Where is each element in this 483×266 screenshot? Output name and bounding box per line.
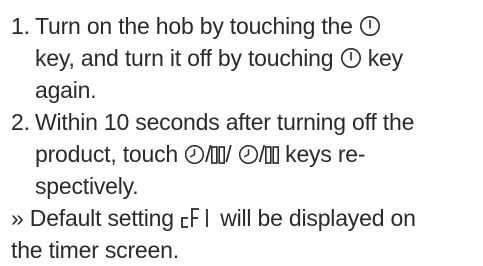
seven-segment-cfl-icon: [180, 207, 214, 229]
step-line: again.: [35, 74, 469, 106]
pause-key-icon: [264, 145, 279, 165]
step-text: key, and turn it off by touching: [35, 45, 340, 71]
note: » Default setting will be displayed on t…: [11, 202, 469, 266]
note-marker: »: [11, 205, 24, 231]
separator: /: [225, 141, 238, 167]
step-number: 1.: [11, 13, 30, 39]
step-text: keys re-: [278, 141, 366, 167]
pause-key-icon: [211, 145, 226, 165]
instructions-page: 1. Turn on the hob by touching the key, …: [0, 0, 483, 263]
step-text: Turn on the hob by touching the: [35, 13, 359, 39]
note-text: the timer screen.: [11, 237, 179, 263]
step-text: again.: [35, 77, 97, 103]
step-line: spectively.: [35, 170, 469, 202]
step-text: Within 10 seconds after turning off the: [35, 109, 415, 135]
note-text: Default setting: [23, 205, 181, 231]
step-line: key, and turn it off by touching key: [35, 42, 469, 74]
note-line: the timer screen.: [11, 234, 469, 266]
step-text: product, touch: [35, 141, 185, 167]
step-line: Turn on the hob by touching the: [35, 10, 469, 42]
step-line: Within 10 seconds after turning off the: [35, 106, 469, 138]
timer-clock-icon: [238, 144, 259, 165]
step-text: key: [361, 45, 403, 71]
power-key-icon: [340, 47, 362, 69]
timer-clock-icon: [184, 144, 205, 165]
power-key-icon: [359, 15, 381, 37]
step-text: spectively.: [35, 173, 139, 199]
step-line: product, touch / / / keys re-: [35, 138, 469, 170]
step-number: 2.: [11, 109, 30, 135]
note-line: » Default setting will be displayed on: [11, 202, 469, 234]
note-text: will be displayed on: [214, 205, 416, 231]
step-1: 1. Turn on the hob by touching the key, …: [11, 10, 469, 106]
step-2: 2. Within 10 seconds after turning off t…: [11, 106, 469, 202]
